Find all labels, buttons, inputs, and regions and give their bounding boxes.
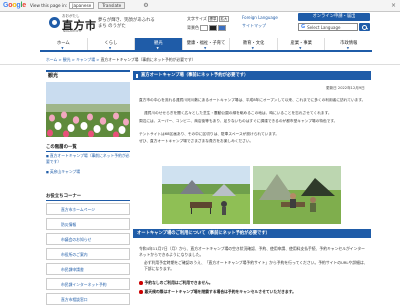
sidebar-useful-title: お役立ちコーナー — [46, 193, 130, 201]
close-icon[interactable]: × — [391, 2, 396, 9]
useful-box-1[interactable]: 直方市ホームページ — [46, 203, 130, 215]
search-icon[interactable] — [359, 23, 370, 31]
google-g-icon: G — [301, 24, 306, 30]
alert-dot-icon — [139, 281, 143, 285]
sidebar-item-hikosan[interactable]: ■英彦山キャンプ場 — [46, 169, 130, 175]
bg-color-control: 背景色 — [187, 25, 226, 31]
useful-link: 直方市ホームページ — [61, 207, 95, 212]
bullet-2-text: 悪天候の際はオートキャンプ場を閉鎖する場合は予約をキャンセルさせていただきます。 — [144, 289, 296, 294]
online-application-button[interactable]: オンライン申請・届出 — [298, 13, 370, 21]
logo-subtitle: NOGATA CITY — [63, 29, 82, 33]
chevron-down-icon: ▼ — [299, 46, 302, 50]
campsite-photo-right — [253, 166, 341, 224]
chevron-down-icon: ▼ — [61, 46, 64, 50]
language-select-text: Select Language — [307, 24, 341, 30]
sidebar-title: 観光 — [46, 70, 130, 80]
tagline: 夢らが輝き、笑顔があふれる まち のうがた — [98, 18, 155, 30]
translate-button[interactable]: Translate — [98, 2, 126, 9]
useful-link: 市役所のご案内 — [61, 252, 88, 257]
intro-paragraph-1: 直方市の中心を流れる遠賀川河川敷にあるオートキャンプ場は、平成8年にオープンして… — [139, 98, 366, 102]
nav-health[interactable]: 健康・福祉・子育て ▼ — [183, 38, 231, 50]
breadcrumb: ホーム > 観光 > キャンプ場 > 直方オートキャンプ場（事前にネット予約が必… — [46, 57, 195, 63]
nav-tourism[interactable]: 観光 ▼ — [135, 38, 183, 50]
nav-industry[interactable]: 産業・事業 ▼ — [278, 38, 326, 50]
nav-education[interactable]: 教育・文化 ▼ — [230, 38, 278, 50]
bg-black-button[interactable] — [209, 25, 217, 31]
nav-home[interactable]: ホーム ▼ — [40, 38, 88, 50]
text-size-label: 文字サイズ — [187, 16, 207, 21]
usage-note-2: 必ず利用予定時期をご確認のうえ、「直方オートキャンプ場予約サイト」から予約を行っ… — [144, 260, 368, 271]
intro-paragraph-3: 周辺には、スーパー、コンビニ、商店街等もあり、足りないものはすぐに調達できるのが… — [139, 119, 338, 123]
page-title: 直方オートキャンプ場（事前にネット予約が必要です） — [133, 71, 371, 80]
sidebar-category-title: この階層の一覧 — [46, 144, 130, 152]
text-size-control: 文字サイズ 標準 拡大 — [187, 16, 229, 22]
chevron-down-icon: ▼ — [251, 46, 254, 50]
bg-color-label: 背景色 — [187, 25, 199, 30]
useful-box-2[interactable]: 防災情報 — [46, 218, 130, 230]
language-select-box[interactable]: G Select Language — [298, 23, 358, 31]
useful-box-6[interactable]: 市民課インターネット予約 — [46, 278, 130, 290]
intro-paragraph-5: ぜひ、直方オートキャンプ場でさまざまな貴方をお楽しみください。 — [139, 139, 254, 143]
campsite-photo-left — [162, 166, 250, 224]
breadcrumb-separator: > — [58, 57, 62, 62]
usage-note-1: 令和4年11月7日（月）から、直方オートキャンプ場の空き状況確認、予約、使用申請… — [139, 246, 365, 257]
sidebar-item-label: 英彦山キャンプ場 — [49, 169, 81, 174]
breadcrumb-separator: > — [71, 57, 75, 62]
bg-blue-button[interactable] — [218, 25, 226, 31]
arrow-right-icon: ■ — [46, 170, 49, 174]
chevron-down-icon: ▼ — [346, 46, 350, 50]
useful-link: 直方市相談窓口 — [61, 297, 88, 302]
city-logo-icon[interactable] — [49, 17, 60, 28]
settings-icon[interactable]: ⚙ — [143, 2, 148, 9]
tulip-field-svg — [46, 82, 130, 137]
view-page-label: View this page in: — [29, 3, 68, 8]
campsite-svg-right — [253, 166, 341, 224]
intro-paragraph-4: テントサイトは68区画あり、その中に区切りは、駐車スペースが設けられています。 — [139, 132, 280, 136]
breadcrumb-separator: > — [96, 57, 100, 62]
chevron-down-icon: ▼ — [108, 46, 112, 50]
useful-box-7[interactable]: 直方市相談窓口 — [46, 293, 130, 305]
breadcrumb-tourism[interactable]: 観光 — [63, 57, 71, 62]
global-nav: ホーム ▼ くらし ▼ 観光 ▼ 健康・福祉・子育て ▼ 教育・文化 ▼ 産業・事業 ▼ 市… — [40, 38, 372, 52]
divider — [0, 64, 400, 65]
campsite-svg-left — [162, 166, 250, 224]
arrow-right-icon: ■ — [46, 154, 49, 158]
language-select[interactable]: Japanese — [69, 2, 95, 9]
bullet-1: 予約なしのご利用はご利用できません。 — [139, 280, 367, 286]
useful-box-4[interactable]: 市役所のご案内 — [46, 248, 130, 260]
bullet-2: 悪天候の際はオートキャンプ場を閉鎖する場合は予約をキャンセルさせていただきます。 — [139, 289, 367, 295]
chevron-down-icon: ▼ — [156, 46, 159, 50]
useful-link: 市議会のお知らせ — [61, 237, 92, 242]
useful-box-5[interactable]: 市民課申請書 — [46, 263, 130, 275]
bullet-1-text: 予約なしのご利用はご利用できません。 — [144, 280, 213, 285]
useful-link: 市民課インターネット予約 — [61, 282, 107, 287]
nav-health-label: 健康・福祉・子育て — [186, 41, 226, 46]
header-links: Foreign Language サイトマップ — [242, 15, 278, 32]
bg-white-button[interactable] — [200, 25, 208, 31]
updated-date: 更新日 2022年12月9日 — [326, 86, 365, 90]
tulip-field-image — [46, 82, 130, 137]
useful-link: 市民課申請書 — [61, 267, 84, 272]
usage-section-title: オートキャンプ場のご利用について（事前にネット予約が必要です） — [133, 229, 371, 238]
foreign-language-link[interactable]: Foreign Language — [242, 15, 278, 20]
breadcrumb-campsite[interactable]: キャンプ場 — [76, 57, 95, 62]
useful-link: 防災情報 — [61, 222, 77, 227]
sidebar-item-autocamp[interactable]: ■直方オートキャンプ場（事前にネット予約が必要です） — [46, 153, 130, 164]
breadcrumb-home[interactable]: ホーム — [46, 57, 57, 62]
chevron-down-icon: ▼ — [204, 46, 207, 50]
breadcrumb-current: 直方オートキャンプ場（事前にネット予約が必要です） — [100, 57, 196, 62]
nav-industry-label: 産業・事業 — [290, 41, 312, 46]
text-size-standard-button[interactable]: 標準 — [207, 16, 218, 22]
tagline-line-2: まち のうがた — [98, 24, 126, 29]
text-size-large-button[interactable]: 拡大 — [218, 16, 229, 22]
translate-bar: Google View this page in: Japanese Trans… — [0, 0, 400, 12]
intro-paragraph-2: 遠賀川のせせらぎを聞く広々とした芝生・震動公園の緑を眺めるこの地は、時にいること… — [144, 111, 332, 115]
useful-box-3[interactable]: 市議会のお知らせ — [46, 233, 130, 245]
sitemap-link[interactable]: サイトマップ — [242, 23, 278, 29]
google-logo: Google — [3, 2, 26, 9]
alert-dot-icon — [139, 290, 143, 294]
nav-living[interactable]: くらし ▼ — [88, 38, 136, 50]
sidebar-item-label: 直方オートキャンプ場（事前にネット予約が必要です） — [46, 153, 130, 164]
nav-city-info[interactable]: 市政情報 ▼ — [325, 38, 372, 50]
